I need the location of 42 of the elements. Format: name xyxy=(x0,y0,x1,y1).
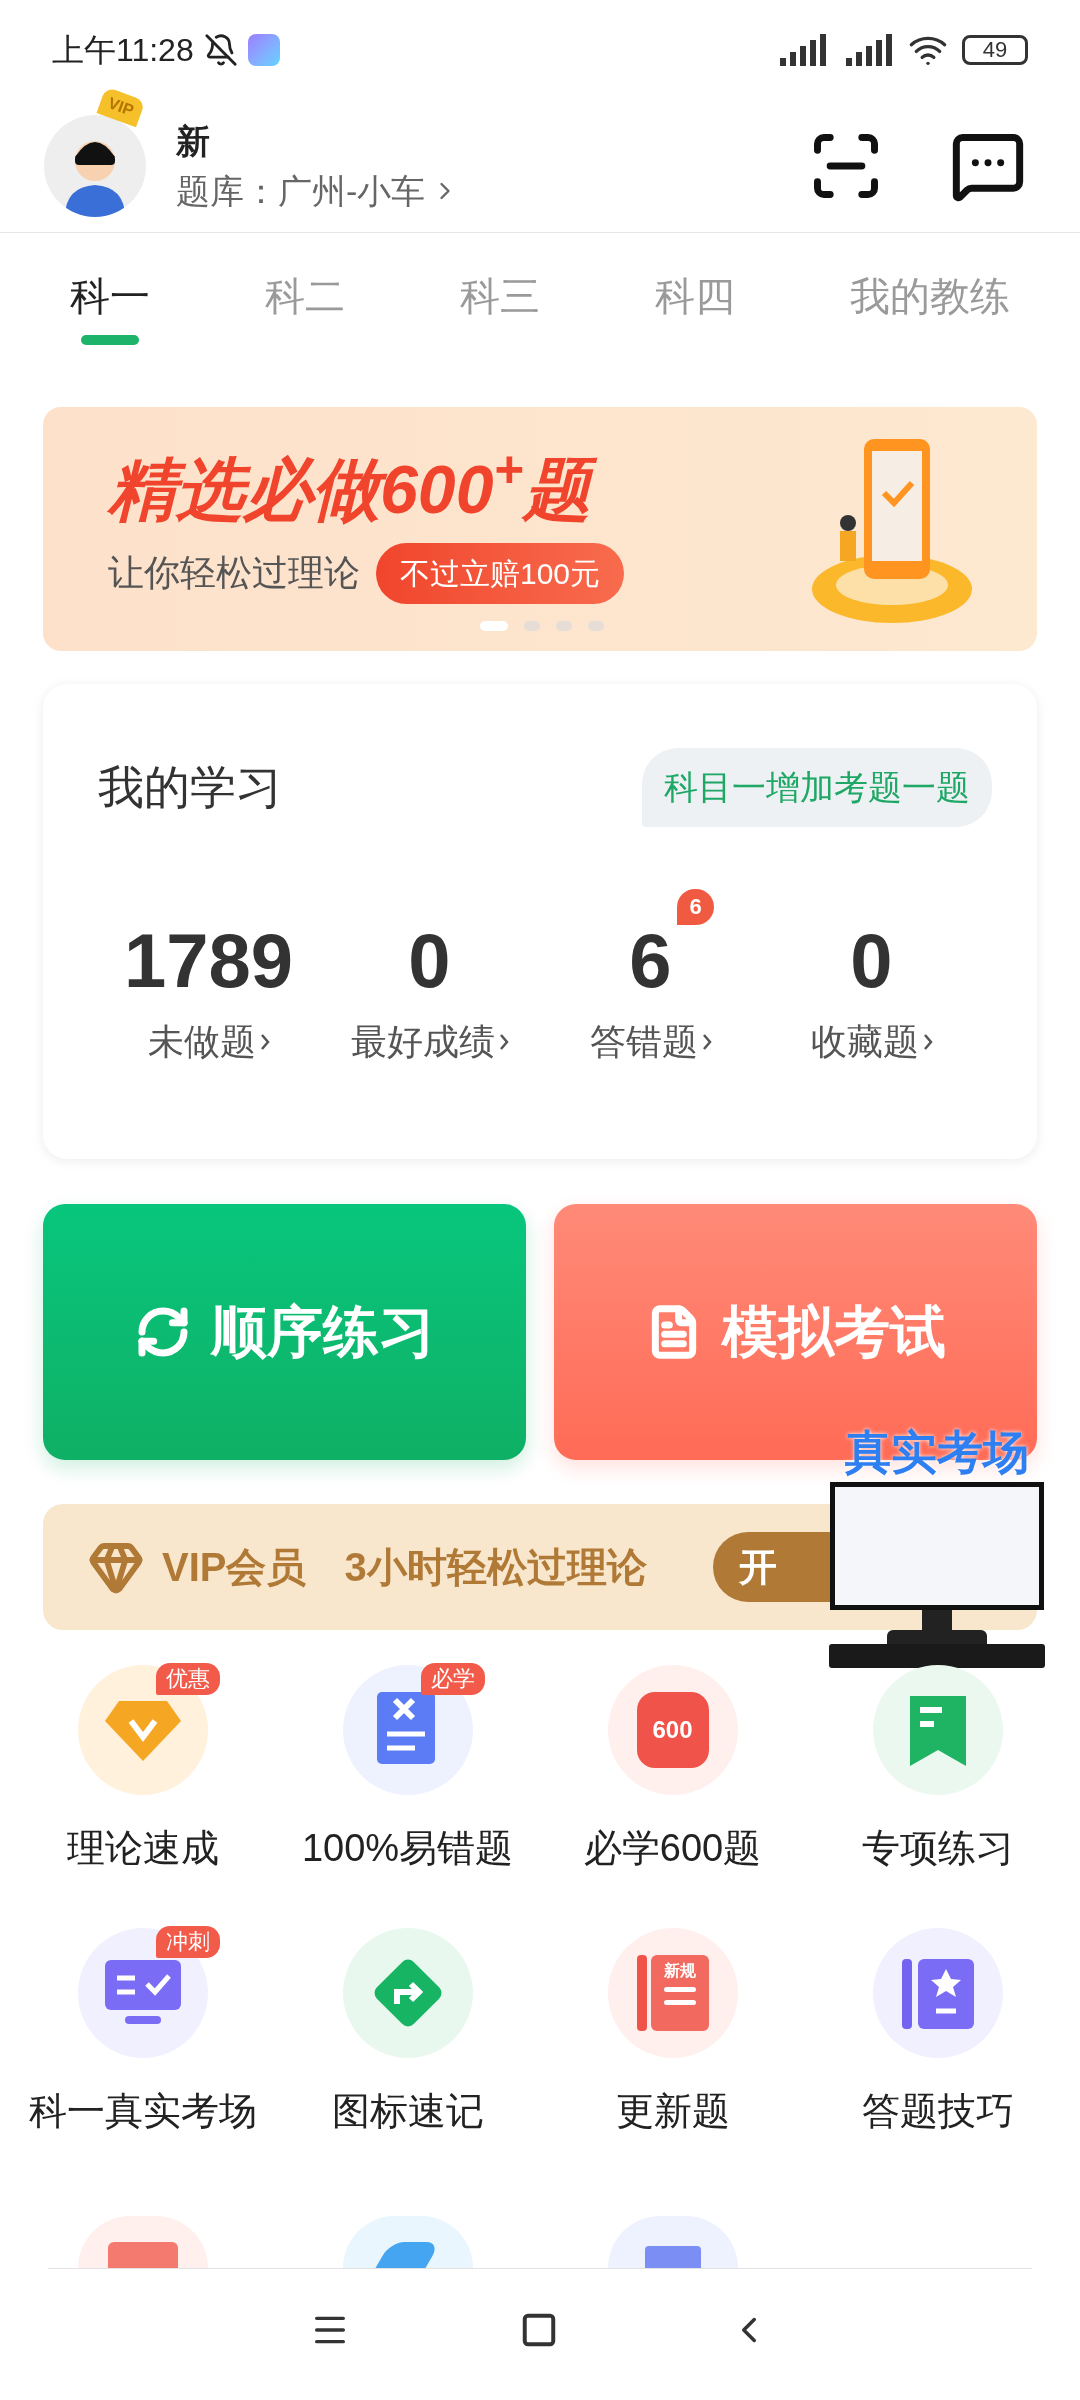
question-bank-link[interactable]: 题库：广州-小车 xyxy=(176,170,460,213)
feature-label[interactable]: 科一真实考场 xyxy=(28,2087,257,2135)
feature-label[interactable]: 图标速记 xyxy=(331,2087,484,2135)
stat-value: 0 xyxy=(408,918,451,1003)
promo-banner[interactable]: 精选必做600$^{+}$题 让你轻松过理论 不过立赔100元 xyxy=(43,407,1037,651)
tag: 冲刺 xyxy=(155,1925,220,1958)
video-icon xyxy=(107,2242,178,2268)
chevron-right-icon xyxy=(498,1033,509,1051)
feature-label[interactable]: 100%易错题 xyxy=(301,1825,514,1873)
weight-icon: 600 xyxy=(636,1692,709,1768)
user-name: 新 xyxy=(176,120,211,162)
banner-title: 精选必做600$^{+}$题 xyxy=(108,454,625,523)
vip-text: 3小时轻松过理论 xyxy=(344,1544,647,1591)
chevron-right-icon xyxy=(259,1033,270,1051)
battery-indicator: 49 xyxy=(962,35,1028,65)
mute-icon xyxy=(203,33,238,67)
banner-badge: 不过立赔100元 xyxy=(376,542,625,604)
stat-value: 1789 xyxy=(123,918,294,1003)
feature-label[interactable]: 专项练习 xyxy=(861,1825,1014,1873)
chevron-right-icon xyxy=(701,1033,712,1051)
feature-label[interactable]: 更新题 xyxy=(615,2087,730,2135)
tag: 优惠 xyxy=(155,1663,220,1695)
feature-label[interactable]: 必学600题 xyxy=(583,1825,762,1873)
exam-room-monitor-toast[interactable] xyxy=(827,1481,1047,1668)
banner-subtitle: 让你轻松过理论 xyxy=(108,551,360,595)
count-badge: 6 xyxy=(677,889,714,925)
study-title: 我的学习 xyxy=(98,760,282,815)
feature-label[interactable]: 答题技巧 xyxy=(861,2087,1014,2135)
status-time: 上午11:28 xyxy=(52,31,194,70)
stat-value: 0 xyxy=(850,918,893,1003)
stat-link[interactable]: 最好成绩 xyxy=(350,1015,509,1069)
stat-link[interactable]: 答错题 xyxy=(589,1015,712,1069)
chevron-right-icon xyxy=(922,1033,933,1051)
stat-link[interactable]: 未做题 xyxy=(147,1015,270,1069)
subject-tab[interactable]: 科一 xyxy=(70,271,150,345)
stat-link[interactable]: 收藏题 xyxy=(810,1015,933,1069)
stat-value: 6 xyxy=(629,918,672,1003)
vip-label: VIP会员 xyxy=(162,1544,307,1591)
feature-label[interactable]: 理论速成 xyxy=(66,1825,219,1873)
tag: 必学 xyxy=(420,1663,485,1695)
score-card-icon xyxy=(644,2246,701,2268)
app-notification-icon xyxy=(247,34,280,66)
